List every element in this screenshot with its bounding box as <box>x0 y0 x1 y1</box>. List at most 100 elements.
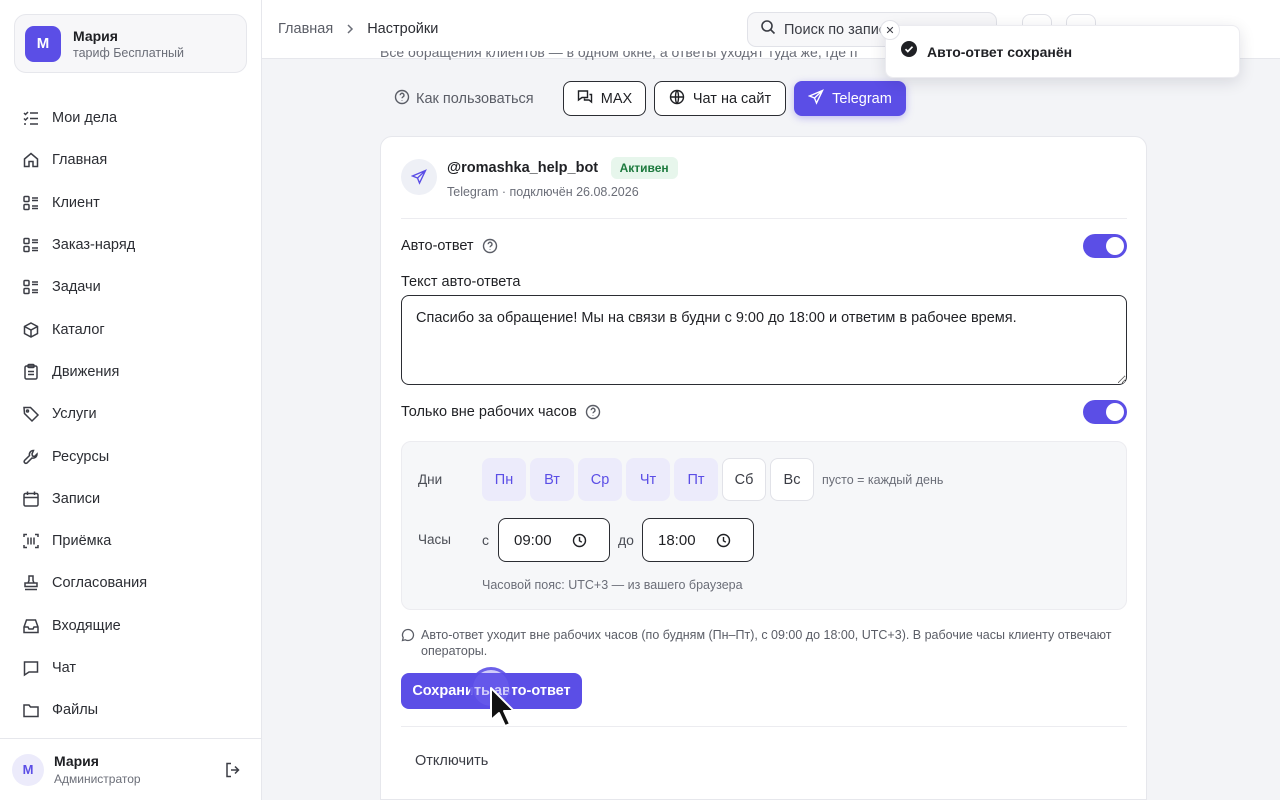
sidebar-item-label: Каталог <box>52 321 105 338</box>
sidebar-item-label: Услуги <box>52 406 97 423</box>
chat-icon <box>22 659 40 677</box>
channel-max-button[interactable]: MAX <box>563 81 646 116</box>
logout-icon[interactable] <box>224 761 242 779</box>
sidebar-item-label: Записи <box>52 490 101 507</box>
list-icon <box>22 194 40 212</box>
autoreply-textarea[interactable]: Спасибо за обращение! Мы на связи в будн… <box>401 295 1127 385</box>
wrench-icon <box>22 448 40 466</box>
breadcrumb-current: Настройки <box>367 21 439 37</box>
sidebar-item-label: Задачи <box>52 279 101 296</box>
sidebar-item-resources[interactable]: Ресурсы <box>0 435 262 477</box>
channel-max-label: MAX <box>600 90 633 107</box>
schedule-summary: Авто-ответ уходит вне рабочих часов (по … <box>401 627 1131 660</box>
sidebar-item-services[interactable]: Услуги <box>0 393 262 435</box>
user-profile: М Мария Администратор <box>0 738 262 800</box>
check-circle-icon <box>901 41 917 62</box>
channel-telegram-button[interactable]: Telegram <box>794 81 906 116</box>
toggle-knob <box>1106 237 1124 255</box>
help-circle-icon[interactable] <box>585 404 601 420</box>
breadcrumb: Главная Настройки <box>278 21 438 37</box>
channel-site-chat-label: Чат на сайт <box>692 90 772 107</box>
offhours-label: Только вне рабочих часов <box>401 404 577 420</box>
offhours-row: Только вне рабочих часов <box>401 404 601 420</box>
time-to-input[interactable]: 18:00 <box>642 518 754 562</box>
howto-label: Как пользоваться <box>416 91 534 107</box>
toast-notification: Авто-ответ сохранён ✕ <box>880 20 1240 78</box>
day-toggle-mon[interactable]: Пн <box>482 458 526 501</box>
time-from-value: 09:00 <box>514 531 552 549</box>
disable-button[interactable]: Отключить <box>401 743 502 779</box>
sidebar-item-label: Входящие <box>52 617 121 634</box>
day-toggle-tue[interactable]: Вт <box>530 458 574 501</box>
globe-icon <box>669 89 685 109</box>
avatar: М <box>12 753 44 786</box>
offhours-toggle[interactable] <box>1083 400 1127 424</box>
sidebar-item-home[interactable]: Главная <box>0 139 262 181</box>
days-label: Дни <box>418 472 443 487</box>
sidebar-item-label: Главная <box>52 152 108 169</box>
toast-message: Авто-ответ сохранён <box>927 43 1073 60</box>
home-icon <box>22 151 40 169</box>
sidebar-item-label: Чат <box>52 660 77 676</box>
telegram-send-icon <box>401 159 437 195</box>
time-from-input[interactable]: 09:00 <box>498 518 610 562</box>
sidebar-item-catalog[interactable]: Каталог <box>0 308 262 350</box>
account-avatar: М <box>25 25 61 62</box>
account-plan: тариф Бесплатный <box>73 45 184 60</box>
sidebar-item-bookings[interactable]: Записи <box>0 478 262 520</box>
bot-header: @romashka_help_bot Активен Telegram · по… <box>401 157 678 199</box>
sidebar: М Мария тариф Бесплатный Мои дела Главна… <box>0 0 262 800</box>
clock-icon <box>572 533 587 548</box>
search-icon <box>760 19 776 40</box>
sidebar-item-inbox[interactable]: Входящие <box>0 605 262 647</box>
chat-bubbles-icon <box>577 89 593 109</box>
schedule-summary-text: Авто-ответ уходит вне рабочих часов (по … <box>421 628 1112 659</box>
days-hint: пусто = каждый день <box>822 473 944 487</box>
sidebar-item-label: Приёмка <box>52 533 112 550</box>
account-switcher[interactable]: М Мария тариф Бесплатный <box>14 14 247 73</box>
sidebar-item-movements[interactable]: Движения <box>0 351 262 393</box>
folder-icon <box>22 701 40 719</box>
sidebar-item-label: Клиент <box>52 194 100 211</box>
day-toggle-thu[interactable]: Чт <box>626 458 670 501</box>
checklist-icon <box>22 109 40 127</box>
sidebar-item-tasks[interactable]: Задачи <box>0 266 262 308</box>
toast-close-button[interactable]: ✕ <box>880 20 900 40</box>
autoreply-toggle[interactable] <box>1083 234 1127 258</box>
page-intro-text: Все обращения клиентов — в одном окне, а… <box>380 51 858 60</box>
sidebar-item-label: Согласования <box>52 575 148 592</box>
sidebar-item-approvals[interactable]: Согласования <box>0 562 262 604</box>
bot-meta: Telegram · подключён 26.08.2026 <box>447 185 639 199</box>
sidebar-item-chat[interactable]: Чат <box>0 647 262 689</box>
status-badge: Активен <box>610 157 678 179</box>
sidebar-item-my-tasks[interactable]: Мои дела <box>0 97 262 139</box>
chevron-right-icon <box>345 22 355 37</box>
day-toggle-sat[interactable]: Сб <box>722 458 766 501</box>
sidebar-item-label: Ресурсы <box>52 448 110 465</box>
sidebar-item-client[interactable]: Клиент <box>0 182 262 224</box>
account-name: Мария <box>73 27 118 44</box>
sidebar-item-label: Файлы <box>52 702 99 719</box>
timezone-note: Часовой пояс: UTC+3 — из вашего браузера <box>482 578 743 592</box>
howto-link[interactable]: Как пользоваться <box>394 89 534 109</box>
clipboard-icon <box>22 363 40 381</box>
hours-label: Часы <box>418 532 451 547</box>
sidebar-item-work-order[interactable]: Заказ-наряд <box>0 224 262 266</box>
day-toggle-fri[interactable]: Пт <box>674 458 718 501</box>
day-toggle-sun[interactable]: Вс <box>770 458 814 501</box>
breadcrumb-home[interactable]: Главная <box>278 21 333 37</box>
scan-icon <box>22 532 40 550</box>
autoreply-row: Авто-ответ <box>401 238 498 254</box>
sidebar-item-files[interactable]: Файлы <box>0 689 262 731</box>
sidebar-item-intake[interactable]: Приёмка <box>0 520 262 562</box>
send-icon <box>807 88 825 109</box>
channel-site-chat-button[interactable]: Чат на сайт <box>654 81 786 116</box>
day-toggle-wed[interactable]: Ср <box>578 458 622 501</box>
autoreply-label: Авто-ответ <box>401 238 474 254</box>
divider <box>401 218 1127 219</box>
list-icon <box>22 236 40 254</box>
sidebar-item-label: Мои дела <box>52 110 118 127</box>
to-label: до <box>618 532 634 548</box>
help-circle-icon[interactable] <box>482 238 498 254</box>
from-label: с <box>482 532 489 548</box>
